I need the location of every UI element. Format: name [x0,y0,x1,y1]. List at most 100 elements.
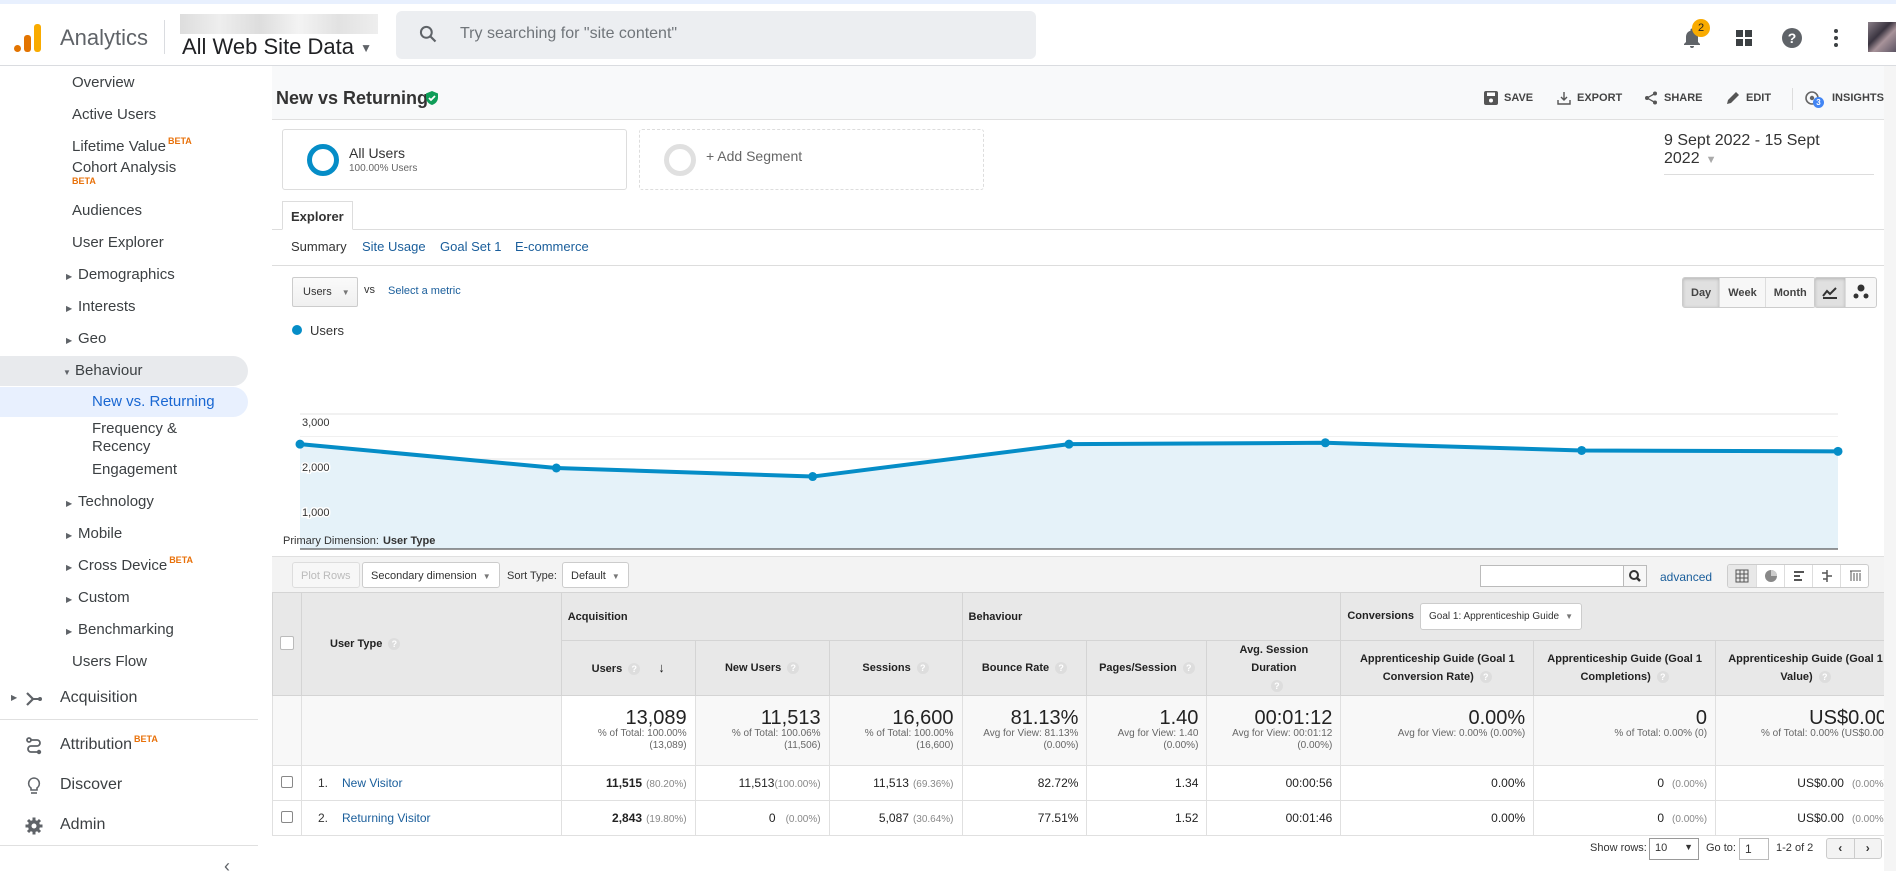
data-view-button[interactable] [1728,565,1756,587]
table-search-input[interactable] [1480,565,1624,587]
column-header-goal-value[interactable]: Apprenticeship Guide (Goal 1 Value)? [1715,640,1896,696]
save-button[interactable]: SAVE [1484,90,1533,106]
sidebar-item-new-vs-returning[interactable]: New vs. Returning [0,387,248,417]
sidebar-item-attribution[interactable]: Attribution BETA [0,730,248,762]
analytics-logo[interactable] [14,22,42,52]
percentage-view-button[interactable] [1756,565,1784,587]
sidebar-item-benchmarking[interactable]: ▶ Benchmarking [0,615,248,645]
apps-grid-icon[interactable] [1732,26,1756,50]
sidebar-item-audiences[interactable]: Audiences [0,196,248,226]
search-box[interactable]: Try searching for "site content" [396,11,1036,59]
help-icon[interactable]: ? [1818,671,1831,683]
avatar[interactable] [1868,22,1896,52]
column-header-pages-session[interactable]: Pages/Session? [1086,640,1208,696]
sidebar-item-cross-device[interactable]: ▶ Cross Device BETA [0,551,248,581]
sidebar-item-users-flow[interactable]: Users Flow [0,647,248,677]
help-icon[interactable]: ? [388,638,401,650]
sidebar-item-geo[interactable]: ▶ Geo [0,324,248,354]
sidebar-item-frequency-recency[interactable]: Frequency & Recency [0,420,248,458]
next-page-button[interactable]: › [1855,839,1882,858]
column-header-bounce-rate[interactable]: Bounce Rate? [961,640,1088,696]
primary-dimension-value[interactable]: User Type [383,535,435,547]
plot-rows-button[interactable]: Plot Rows [292,562,360,588]
subtab-goal-set-1[interactable]: Goal Set 1 [440,239,501,254]
column-header-sessions[interactable]: Sessions? [828,640,963,696]
comparison-view-button[interactable] [1812,565,1840,587]
sidebar-item-admin[interactable]: Admin [0,810,248,842]
table-search-button[interactable] [1623,565,1647,587]
performance-view-button[interactable] [1784,565,1812,587]
help-icon[interactable]: ? [916,662,929,674]
add-segment-button[interactable]: + Add Segment [639,129,984,190]
page-scrollbar[interactable] [1884,66,1896,871]
sidebar-item-discover[interactable]: Discover [0,770,248,802]
subtab-summary[interactable]: Summary [291,239,347,254]
column-header-goal-conversion-rate[interactable]: Apprenticeship Guide (Goal 1 Conversion … [1340,640,1535,696]
advanced-filter-link[interactable]: advanced [1660,570,1712,584]
goal-select[interactable]: Goal 1: Apprenticeship Guide ▼ [1419,603,1582,630]
account-name-redacted[interactable] [180,14,378,34]
sidebar-item-label: Active Users [72,106,157,123]
sidebar-item-user-explorer[interactable]: User Explorer [0,228,248,258]
subtab-site-usage[interactable]: Site Usage [362,239,426,254]
goto-page-input[interactable]: 1 [1739,838,1769,860]
sort-type-select[interactable]: Default ▼ [562,562,629,588]
segment-all-users[interactable]: All Users 100.00% Users [282,129,627,190]
insights-button[interactable]: 3 INSIGHTS [1804,90,1884,109]
sidebar-item-demographics[interactable]: ▶ Demographics [0,260,248,290]
sidebar-item-mobile[interactable]: ▶ Mobile [0,519,248,549]
column-header-users[interactable]: Users? ↓ [560,640,696,696]
select-metric-link[interactable]: Select a metric [388,285,461,297]
help-icon[interactable]: ? [1182,662,1195,674]
sidebar-item-custom[interactable]: ▶ Custom [0,583,248,613]
day-button[interactable]: Day [1683,278,1720,307]
subtab-ecommerce[interactable]: E-commerce [515,239,589,254]
date-range-picker[interactable]: 9 Sept 2022 - 15 Sept 2022 ▼ [1664,132,1874,175]
column-header-new-users[interactable]: New Users? [694,640,830,696]
metric-selector[interactable]: Users ▼ [292,277,358,307]
pivot-view-button[interactable] [1840,565,1868,587]
help-icon[interactable]: ? [628,662,641,675]
sidebar-item-interests[interactable]: ▶ Interests [0,292,248,322]
sidebar-item-cohort-analysis[interactable]: Cohort Analysis BETA [0,158,248,194]
row-checkbox[interactable] [281,810,293,823]
column-header-goal-completions[interactable]: Apprenticeship Guide (Goal 1 Completions… [1533,640,1717,696]
expand-arrow-icon: ▶ [66,304,73,313]
motion-chart-button[interactable] [1845,278,1876,307]
help-icon[interactable]: ? [1270,680,1283,692]
edit-button[interactable]: EDIT [1726,90,1771,106]
row-link-new-visitor[interactable]: New Visitor [342,776,402,790]
row-link-returning-visitor[interactable]: Returning Visitor [342,811,431,825]
help-icon[interactable]: ? [1656,671,1669,683]
more-vert-icon[interactable] [1824,26,1848,50]
help-icon[interactable]: ? [1780,26,1804,50]
sidebar-item-engagement[interactable]: Engagement [0,455,248,485]
select-all-checkbox[interactable] [280,635,294,650]
cell-sessions: 5,087 (30.64%) [828,800,963,836]
users-line-chart[interactable]: 1,0002,0003,000...10 Sept11 Sept12 Sept1… [272,336,1896,572]
help-icon[interactable]: ? [1055,662,1068,674]
line-chart-button[interactable] [1815,278,1845,307]
export-button[interactable]: EXPORT [1557,90,1622,106]
column-header-avg-session-duration[interactable]: Avg. Session Duration? [1206,640,1342,696]
sidebar-item-active-users[interactable]: Active Users [0,100,248,130]
view-selector[interactable]: All Web Site Data ▼ [182,34,372,60]
row-checkbox[interactable] [281,775,293,788]
month-button[interactable]: Month [1764,278,1815,307]
help-icon[interactable]: ? [787,662,800,674]
sidebar-item-overview[interactable]: Overview [0,68,248,98]
user-type-header[interactable]: User Type? [301,592,562,696]
sidebar-item-technology[interactable]: ▶ Technology [0,487,248,517]
help-icon[interactable]: ? [1479,671,1492,683]
total-users: 13,089% of Total: 100.00% (13,089) [560,695,696,766]
expand-arrow-icon: ▶ [11,693,18,702]
sidebar-item-acquisition[interactable]: ▶ Acquisition [0,683,248,715]
prev-page-button[interactable]: ‹ [1827,839,1855,858]
show-rows-select[interactable]: 10 ▼ [1649,838,1699,860]
week-button[interactable]: Week [1719,278,1765,307]
tab-explorer[interactable]: Explorer [282,201,353,230]
secondary-dimension-select[interactable]: Secondary dimension ▼ [362,562,500,588]
sidebar-item-behaviour[interactable]: ▼ Behaviour [0,356,248,386]
share-button[interactable]: SHARE [1644,90,1703,106]
collapse-sidebar-icon[interactable]: ‹ [224,856,230,877]
